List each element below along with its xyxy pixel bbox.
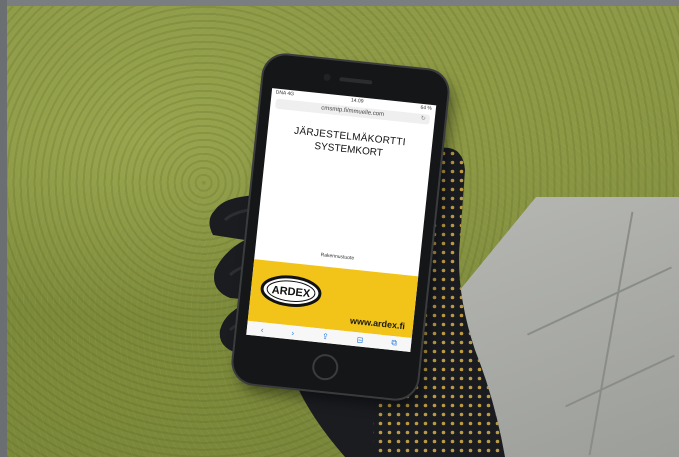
clock: 14.09	[350, 97, 364, 105]
forward-icon[interactable]: ›	[291, 328, 295, 337]
ardex-logo: ARDEX	[260, 275, 322, 307]
front-camera	[323, 73, 331, 82]
bookmarks-icon[interactable]: ⊟	[356, 335, 364, 345]
share-icon[interactable]: ⇪	[322, 331, 330, 341]
frame-edge	[0, 0, 7, 457]
tabs-icon[interactable]: ⧉	[391, 338, 398, 349]
brand-url[interactable]: www.ardex.fi	[350, 316, 406, 332]
frame-edge	[0, 0, 679, 6]
back-icon[interactable]: ‹	[260, 325, 264, 334]
smartphone: DNA 4G 14.09 64 % cmsmtp.fi/mmuelle.com …	[231, 53, 450, 401]
battery-level: 64 %	[420, 104, 433, 112]
earpiece-speaker	[339, 77, 373, 85]
reload-icon[interactable]: ↻	[420, 114, 426, 124]
home-button[interactable]	[310, 352, 340, 382]
photo-scene: DNA 4G 14.09 64 % cmsmtp.fi/mmuelle.com …	[0, 0, 679, 457]
phone-screen: DNA 4G 14.09 64 % cmsmtp.fi/mmuelle.com …	[246, 88, 437, 352]
